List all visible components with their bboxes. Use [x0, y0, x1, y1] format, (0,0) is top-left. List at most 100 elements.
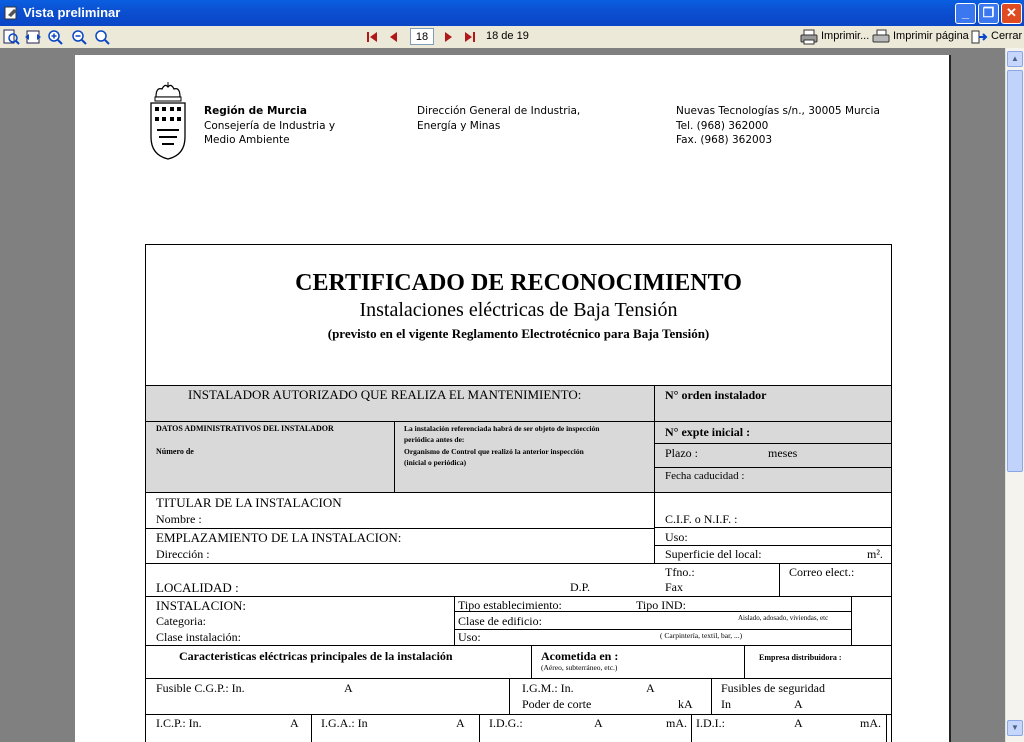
city-label: LOCALIDAD : — [156, 580, 239, 595]
scroll-down-icon[interactable]: ▼ — [1007, 720, 1023, 736]
iga-unit: A — [456, 716, 465, 730]
coat-of-arms-icon — [150, 82, 186, 160]
idi-unit-a: A — [794, 716, 803, 730]
zoom-reset-icon[interactable] — [94, 29, 112, 45]
idi-unit-ma: mA. — [860, 716, 881, 730]
minimize-button[interactable]: _ — [955, 3, 976, 24]
maximize-button[interactable]: ❐ — [978, 3, 999, 24]
preview-viewport[interactable]: Región de Murcia Consejería de Industria… — [0, 48, 1005, 742]
close-preview-icon[interactable] — [970, 29, 988, 45]
building-class-label: Clase de edificio: — [458, 614, 542, 628]
page-count-label: 18 de 19 — [486, 30, 529, 42]
idg-unit-a: A — [594, 716, 603, 730]
zoom-whole-page-icon[interactable] — [2, 29, 20, 45]
breaking-capacity-label: Poder de corte — [522, 697, 592, 711]
usage-note: ( Carpintería, textil, bar, ...) — [660, 631, 743, 640]
certificate-title: CERTIFICADO DE RECONOCIMIENTO — [295, 270, 742, 296]
vertical-scrollbar[interactable]: ▲ ▼ — [1005, 48, 1024, 742]
address: Nuevas Tecnologías s/n., 30005 Murcia — [676, 105, 880, 117]
inspection-note-3: Organismo de Control que realizó la ante… — [404, 447, 584, 456]
zoom-out-icon[interactable] — [71, 29, 89, 45]
previous-page-icon[interactable] — [387, 30, 401, 44]
certificate-note: (previsto en el vigente Reglamento Elect… — [327, 326, 710, 341]
category-label: Categoria: — [156, 614, 206, 628]
inspection-note-4: (inicial o periódica) — [404, 458, 467, 467]
fax-label: Fax — [665, 580, 683, 594]
isolation-note: Aislado, adosado, viviendas, etc — [738, 614, 829, 622]
iga-label: I.G.A.: In — [321, 716, 368, 730]
owner-name-label: Nombre : — [156, 512, 202, 526]
initial-file-label: N° expte inicial : — [665, 425, 751, 439]
phone-label: Tfno.: — [665, 565, 695, 579]
service-connection-note: (Aéreo, subterráneo, etc.) — [541, 663, 618, 672]
installer-order-label: N° orden instalador — [665, 388, 767, 402]
region-line-2: Consejería de Industria y — [204, 120, 336, 132]
electrical-specs-header: Caracteristicas eléctricas principales d… — [179, 649, 453, 663]
scroll-up-icon[interactable]: ▲ — [1007, 51, 1023, 67]
address-label: Dirección : — [156, 547, 210, 561]
scrollbar-thumb[interactable] — [1007, 70, 1023, 472]
surface-label: Superficie del local: — [665, 547, 762, 561]
next-page-icon[interactable] — [441, 30, 455, 44]
idg-label: I.D.G.: — [489, 716, 523, 730]
region-name: Región de Murcia — [204, 105, 307, 117]
inspection-note-2: periódica antes de: — [404, 435, 465, 444]
zoom-in-icon[interactable] — [47, 29, 65, 45]
cgp-fuse-label: Fusible C.G.P.: In. — [156, 681, 245, 695]
document-page: Región de Murcia Consejería de Industria… — [75, 55, 951, 742]
title-bar: Vista preliminar _ ❐ ✕ — [0, 0, 1024, 26]
safety-fuses-label: Fusibles de seguridad — [721, 681, 825, 695]
location-header: EMPLAZAMIENTO DE LA INSTALACION: — [156, 530, 402, 545]
igm-label: I.G.M.: In. — [522, 681, 574, 695]
usage-label-2: Uso: — [458, 630, 481, 644]
certificate-form: CERTIFICADO DE RECONOCIMIENTO Instalacio… — [145, 244, 892, 742]
direccion-line-1: Dirección General de Industria, — [417, 105, 581, 117]
igm-unit: A — [646, 681, 655, 695]
page-number-input[interactable]: 18 — [410, 28, 434, 45]
admin-data-label: DATOS ADMINISTRATIVOS DEL INSTALADOR — [156, 424, 334, 433]
safety-fuses-unit: A — [794, 697, 803, 711]
meses-label: meses — [768, 446, 798, 460]
printer-icon[interactable] — [800, 29, 818, 45]
fit-width-icon[interactable] — [24, 29, 42, 45]
numero-label: Número de — [156, 447, 194, 456]
distribution-company-label: Empresa distribuidora : — [759, 653, 842, 662]
last-page-icon[interactable] — [463, 30, 477, 44]
postal-code-label: D.P. — [570, 580, 591, 594]
cgp-unit: A — [344, 681, 353, 695]
installation-header: INSTALACION: — [156, 598, 246, 613]
certificate-subtitle: Instalaciones eléctricas de Baja Tensión — [359, 299, 678, 321]
tax-id-label: C.I.F. o N.I.F. : — [665, 512, 738, 526]
region-line-3: Medio Ambiente — [204, 134, 290, 146]
direccion-line-2: Energía y Minas — [417, 120, 501, 132]
print-page-button[interactable]: Imprimir página — [893, 30, 969, 42]
email-label: Correo elect.: — [789, 565, 855, 579]
print-button[interactable]: Imprimir... — [821, 30, 869, 42]
close-window-button[interactable]: ✕ — [1001, 3, 1022, 24]
icp-unit: A — [290, 716, 299, 730]
idi-label: I.D.I.: — [696, 716, 725, 730]
close-preview-button[interactable]: Cerrar — [991, 30, 1022, 42]
telephone: Tel. (968) 362000 — [676, 120, 769, 132]
owner-header: TITULAR DE LA INSTALACION — [156, 495, 342, 510]
fax-number: Fax. (968) 362003 — [676, 134, 773, 146]
print-page-icon[interactable] — [872, 29, 890, 45]
icp-label: I.C.P.: In. — [156, 716, 202, 730]
expiry-date-label: Fecha caducidad : — [665, 470, 745, 482]
toolbar: 18 18 de 19 Imprimir... Imprimir página … — [0, 26, 1024, 49]
safety-fuses-in-label: In — [721, 697, 731, 711]
installer-header: INSTALADOR AUTORIZADO QUE REALIZA EL MAN… — [188, 387, 582, 402]
installation-class-label: Clase instalación: — [156, 630, 241, 644]
app-icon — [4, 6, 17, 20]
plazo-label: Plazo : — [665, 446, 698, 460]
window-title: Vista preliminar — [23, 5, 121, 20]
breaking-capacity-unit: kA — [678, 697, 693, 711]
inspection-note-1: La instalación referenciada habrá de ser… — [404, 424, 600, 433]
idg-unit-ma: mA. — [666, 716, 687, 730]
m2-unit: m². — [867, 547, 883, 561]
usage-label: Uso: — [665, 530, 688, 544]
service-connection-label: Acometida en : — [541, 649, 619, 663]
first-page-icon[interactable] — [365, 30, 379, 44]
ind-type-label: Tipo IND: — [636, 598, 686, 612]
establishment-type-label: Tipo establecimiento: — [458, 598, 562, 612]
